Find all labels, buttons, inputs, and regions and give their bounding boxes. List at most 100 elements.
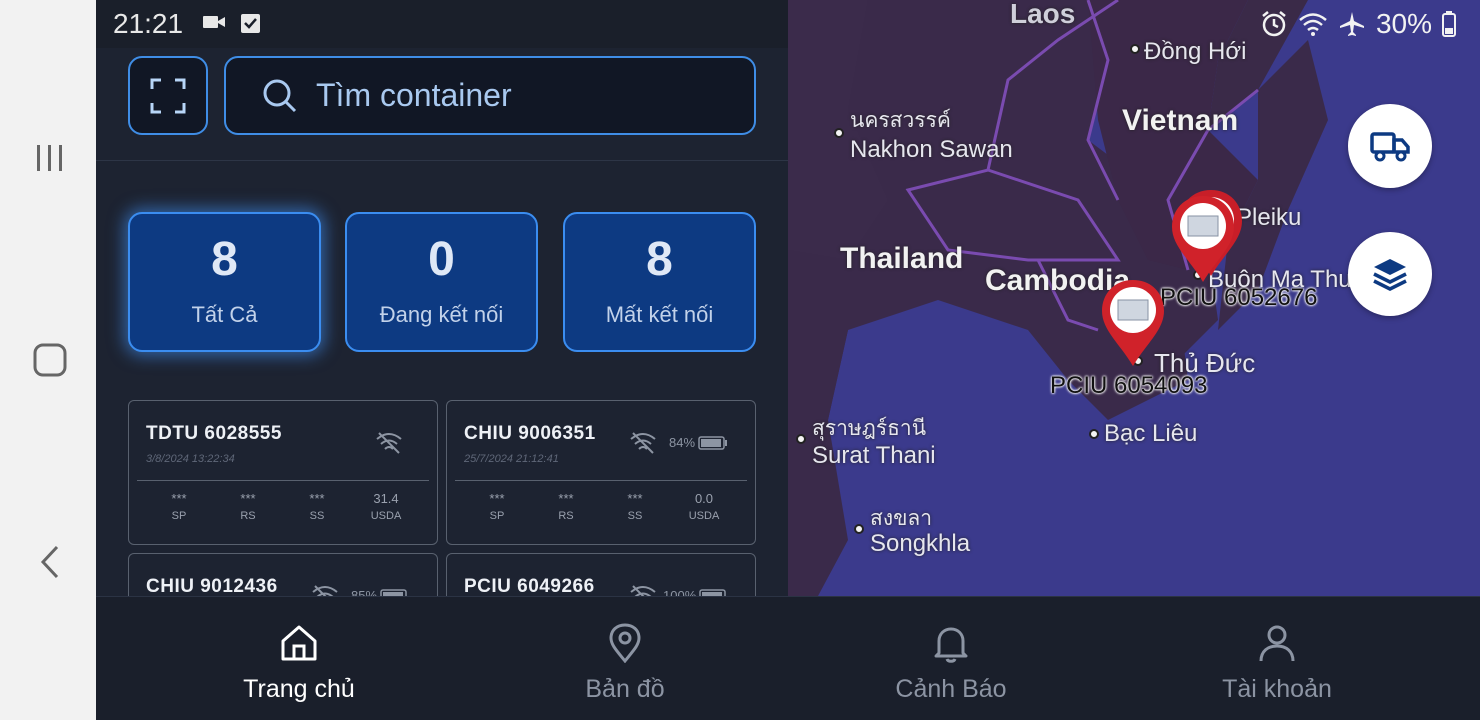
metric-value: *** [627, 491, 643, 506]
metric-usda: 31.4 USDA [356, 491, 416, 522]
map-label-vietnam: Vietnam [1122, 104, 1239, 137]
battery-charging-icon [699, 588, 726, 596]
video-camera-icon [203, 16, 225, 28]
alarm-icon [1262, 11, 1286, 37]
metric-sp: *** SP [467, 491, 527, 522]
battery-percent: 84% [669, 435, 696, 450]
stat-disconnected[interactable]: 8 Mất kết nối [563, 212, 756, 352]
stat-connected-label: Đang kết nối [379, 302, 504, 327]
airplane-mode-icon [1339, 12, 1364, 36]
card-divider [137, 480, 429, 481]
metric-label: USDA [370, 510, 402, 522]
battery-charging-icon [380, 588, 407, 596]
search-placeholder: Tìm container [316, 77, 512, 113]
container-map-marker[interactable] [1168, 194, 1238, 284]
metric-value: 0.0 [694, 491, 714, 506]
nav-map-label: Bản đồ [585, 675, 665, 703]
nav-account[interactable]: Tài khoản [1104, 597, 1450, 720]
status-bar-right: 30% [1260, 8, 1456, 40]
metric-label: RS [240, 510, 256, 522]
marker-label: PCIU 6052676 [1160, 284, 1318, 311]
map-label-surat-thani: Surat Thani [812, 442, 936, 469]
metric-usda: 0.0 USDA [674, 491, 734, 522]
search-icon [263, 79, 297, 112]
battery-percent: 100% [663, 588, 697, 596]
search-container-field[interactable]: Tìm container [224, 56, 756, 135]
battery-percentage: 30% [1375, 8, 1432, 39]
battery-level: 100% [663, 588, 729, 596]
container-card[interactable]: CHIU 9006351 25/7/2024 21:12:41 84% *** S… [446, 400, 756, 545]
wifi-off-icon [630, 432, 656, 454]
map-label-dong-hoi: Đồng Hới [1144, 38, 1247, 65]
back-chevron-icon [40, 545, 59, 579]
map-city-dot [1130, 44, 1140, 54]
metric-value: *** [558, 491, 574, 506]
container-map-marker[interactable] [1098, 278, 1168, 368]
map-city-dot [796, 434, 806, 444]
map-city-dot [834, 128, 844, 138]
stat-disconnected-value: 8 [646, 233, 673, 286]
metric-ss: *** SS [605, 491, 665, 522]
metric-label: SS [627, 510, 643, 522]
battery-percent: 85% [351, 588, 378, 596]
user-icon [1259, 625, 1295, 662]
wifi-icon [1299, 13, 1327, 36]
nav-account-label: Tài khoản [1222, 675, 1332, 703]
container-timestamp: 25/7/2024 21:12:41 [464, 453, 559, 465]
container-id: TDTU 6028555 [146, 423, 282, 444]
map-label-surat-thai: สุราษฎร์ธานี [812, 417, 927, 440]
back-system-button[interactable] [28, 540, 72, 584]
container-list-panel: Tìm container 8 Tất Cả 0 Đang kết nối 8 … [96, 0, 788, 596]
container-card[interactable]: PCIU 6049266 100% [446, 553, 756, 596]
map-city-dot [854, 524, 864, 534]
wifi-off-icon [630, 585, 656, 596]
map-label-laos: Laos [1010, 0, 1076, 29]
truck-icon [1370, 132, 1410, 162]
layers-icon [1373, 259, 1407, 291]
nav-alerts[interactable]: Cảnh Báo [778, 597, 1124, 720]
stat-all-label: Tất Cả [191, 302, 258, 327]
container-card[interactable]: TDTU 6028555 3/8/2024 13:22:34 *** SP ***… [128, 400, 438, 545]
nav-map[interactable]: Bản đồ [452, 597, 798, 720]
home-square-icon [33, 343, 67, 377]
container-card[interactable]: CHIU 9012436 85% [128, 553, 438, 596]
scan-frame-icon [150, 78, 186, 113]
nav-home[interactable]: Trang chủ [126, 597, 472, 720]
map-city-dot [1089, 429, 1099, 439]
scan-button[interactable] [128, 56, 208, 135]
marker-label: PCIU 6054093 [1050, 372, 1208, 399]
wifi-off-icon [376, 432, 402, 454]
status-bar: 21:21 [96, 0, 788, 48]
metric-label: SS [309, 510, 325, 522]
map-pin-icon [609, 623, 641, 663]
map-label-nakhon-thai: นครสวรรค์ [850, 109, 951, 132]
battery-icon [1442, 11, 1456, 37]
stat-connected[interactable]: 0 Đang kết nối [345, 212, 538, 352]
metric-value: *** [240, 491, 256, 506]
vehicle-button[interactable] [1348, 104, 1432, 188]
wifi-off-icon [312, 585, 338, 596]
map-label-nakhon-sawan: Nakhon Sawan [850, 136, 1013, 163]
home-icon [281, 625, 317, 661]
nav-home-label: Trang chủ [243, 675, 355, 703]
system-navigation-bar [0, 0, 96, 720]
metric-label: SP [489, 510, 505, 522]
map-view[interactable]: Laos Đồng Hới นครสวรรค์ Nakhon Sawan Vie… [788, 0, 1480, 596]
app-root: Tìm container 8 Tất Cả 0 Đang kết nối 8 … [0, 0, 1480, 720]
metric-value: *** [309, 491, 325, 506]
metric-rs: *** RS [536, 491, 596, 522]
stat-all[interactable]: 8 Tất Cả [128, 212, 321, 352]
home-system-button[interactable] [28, 338, 72, 382]
layers-button[interactable] [1348, 232, 1432, 316]
map-label-bac-lieu: Bạc Liêu [1104, 420, 1198, 447]
metric-label: SP [171, 510, 187, 522]
recent-apps-button[interactable] [28, 136, 72, 180]
map-label-songkhla: Songkhla [870, 530, 971, 557]
stat-all-value: 8 [211, 233, 238, 286]
bell-icon [934, 627, 968, 663]
container-timestamp: 3/8/2024 13:22:34 [146, 453, 235, 465]
status-notification-icons [202, 12, 262, 34]
stat-disconnected-label: Mất kết nối [605, 302, 714, 327]
container-id: PCIU 6049266 [464, 576, 595, 596]
status-time: 21:21 [113, 8, 184, 39]
